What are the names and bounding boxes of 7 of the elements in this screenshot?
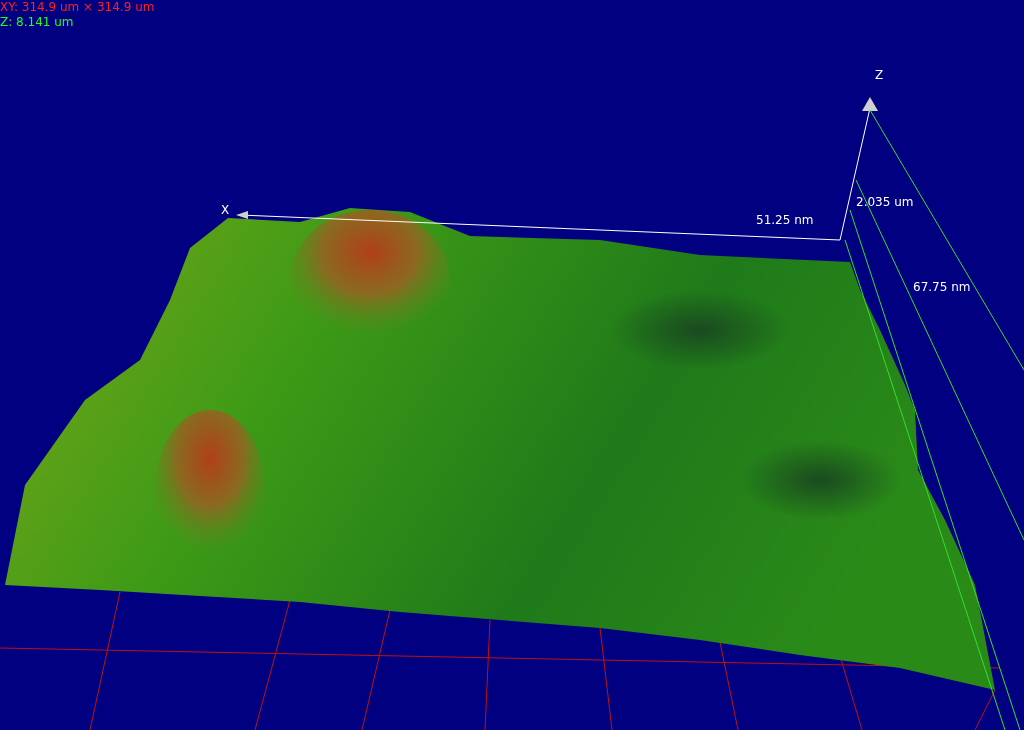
scale-label: 2.035 um: [856, 195, 914, 209]
scale-label: 51.25 nm: [756, 213, 814, 227]
scale-label: 67.75 nm: [913, 280, 971, 294]
z-axis-label: Z: [875, 68, 884, 82]
x-axis-label: X: [221, 203, 230, 217]
xy-dimensions-text: XY: 314.9 um × 314.9 um: [0, 0, 155, 15]
z-dimension-text: Z: 8.141 um: [0, 15, 75, 30]
